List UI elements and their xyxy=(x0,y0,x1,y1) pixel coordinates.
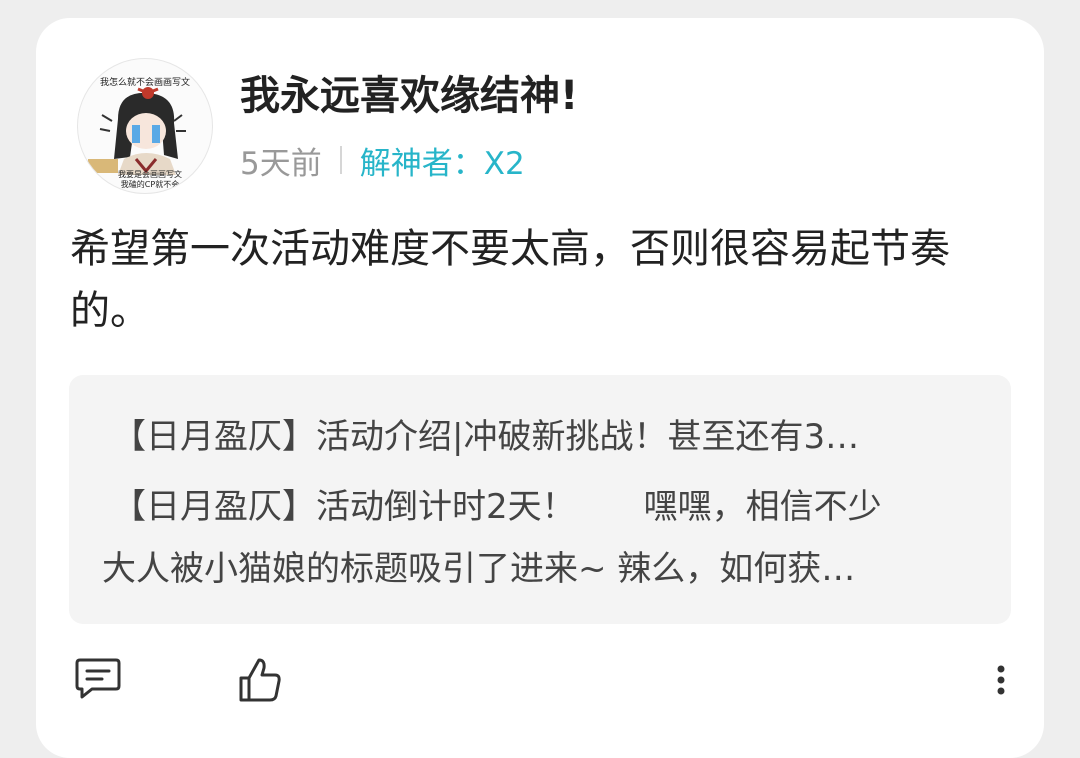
comment-icon xyxy=(75,658,121,699)
comment-button[interactable] xyxy=(72,654,124,702)
solver-tag[interactable]: 解神者：X2 xyxy=(360,138,525,183)
like-button[interactable] xyxy=(236,654,284,706)
avatar-caption-bottom-2: 我磕的CP就不会 xyxy=(121,179,179,189)
meta-divider xyxy=(339,146,342,174)
more-button[interactable] xyxy=(986,658,1016,702)
post-card[interactable]: 我怎么就不会画画写文 我要是会画画写文 我磕的CP就不会 我永远喜欢缘结神! 5… xyxy=(36,18,1044,758)
username[interactable]: 我永远喜欢缘结神! xyxy=(240,70,578,122)
linked-post-title-2[interactable]: 【日月盈仄】活动倒计时2天！ 嘿嘿，相信不少 xyxy=(112,485,882,529)
linked-post-excerpt-2[interactable]: 大人被小猫娘的标题吸引了进来~ 辣么，如何获… xyxy=(102,547,855,591)
linked-posts-box[interactable]: 【日月盈仄】活动介绍|冲破新挑战！甚至还有3… 【日月盈仄】活动倒计时2天！ 嘿… xyxy=(69,375,1011,624)
avatar-caption-bottom-1: 我要是会画画写文 xyxy=(118,169,182,179)
post-content: 希望第一次活动难度不要太高，否则很容易起节奏的。 xyxy=(70,226,950,334)
avatar-illustration: 我怎么就不会画画写文 我要是会画画写文 我磕的CP就不会 xyxy=(88,76,190,189)
avatar-caption-top: 我怎么就不会画画写文 xyxy=(100,76,190,88)
more-vertical-icon xyxy=(997,665,1005,695)
avatar[interactable]: 我怎么就不会画画写文 我要是会画画写文 我磕的CP就不会 xyxy=(77,58,213,194)
linked-post-title-1[interactable]: 【日月盈仄】活动介绍|冲破新挑战！甚至还有3… xyxy=(112,415,859,459)
post-time: 5天前 xyxy=(240,145,322,182)
thumbs-up-icon xyxy=(239,658,281,702)
post-meta: 5天前 解神者：X2 xyxy=(240,138,525,182)
